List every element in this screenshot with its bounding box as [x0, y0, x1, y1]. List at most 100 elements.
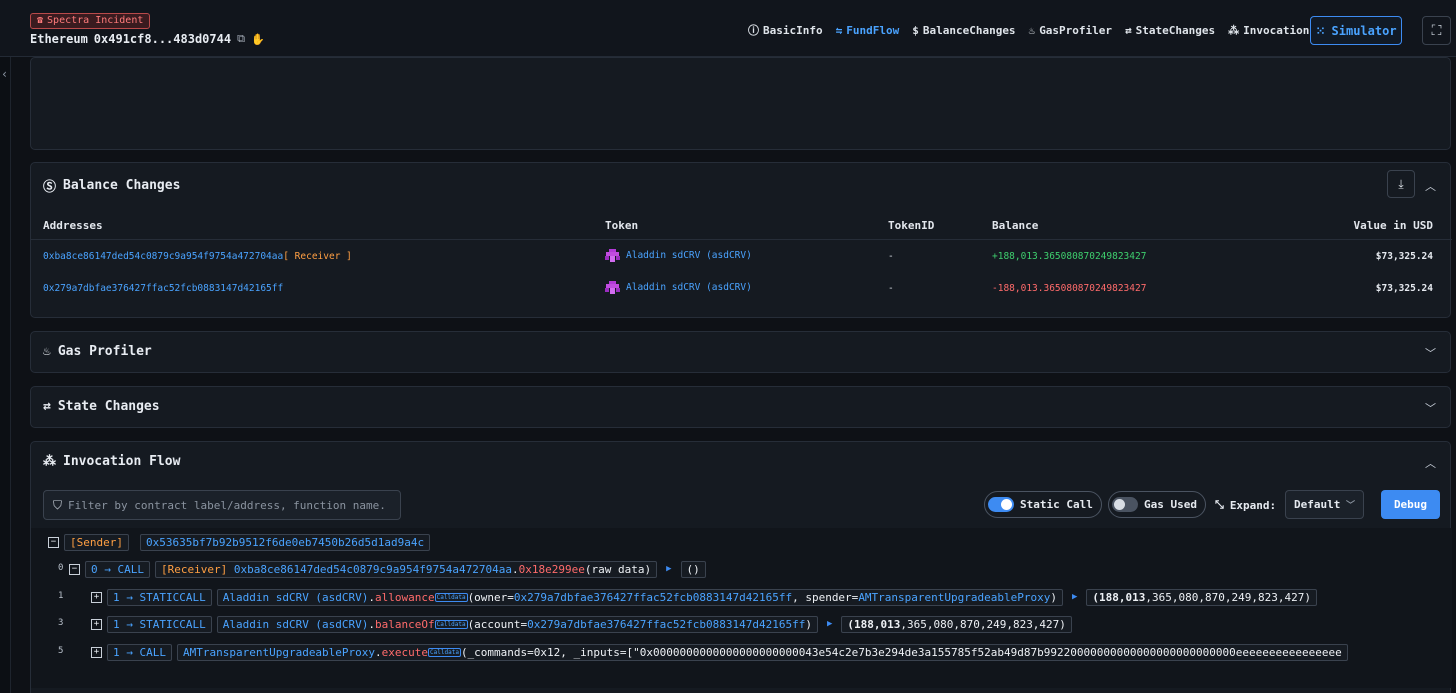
nav-fund-flow[interactable]: ⇋ FundFlow — [836, 22, 900, 38]
dot: . — [375, 645, 382, 659]
expand-icon[interactable]: + — [91, 618, 102, 630]
simulator-button[interactable]: ⁙ Simulator — [1310, 16, 1402, 45]
token-icon — [605, 249, 620, 262]
balance-cell: -188,013.365080870249823427 — [992, 283, 1147, 294]
call-target[interactable]: Aladdin sdCRV (asdCRV).allowance Calldata… — [216, 588, 1063, 606]
usd-cell: $73,325.24 — [1375, 251, 1433, 262]
function-name: balanceOf — [375, 617, 435, 631]
expand-icon[interactable]: + — [91, 591, 102, 603]
caret-right-icon[interactable]: ▶ — [827, 619, 832, 629]
target-name: Aladdin sdCRV (asdCRV) — [222, 617, 369, 631]
nav-gas-profiler[interactable]: ♨ GasProfiler — [1029, 22, 1112, 38]
expand-value: Default — [1294, 498, 1341, 511]
call-result: (188,013,365,080,870,249,823,427) — [1086, 588, 1317, 606]
tx-title: Ethereum 0x491cf8...483d0744 ⧉ ✋ — [30, 32, 265, 46]
chevron-down-icon[interactable]: ﹀ — [1425, 345, 1436, 361]
hand-icon[interactable]: ✋ — [251, 33, 265, 46]
usd-cell: $73,325.24 — [1375, 283, 1433, 294]
divider — [31, 239, 1452, 240]
token-id-cell: - — [888, 283, 894, 294]
target-name: Aladdin sdCRV (asdCRV) — [222, 590, 369, 604]
address-link[interactable]: 0x279a7dbfae376427ffac52fcb0883147d42165… — [43, 283, 283, 294]
expand-select[interactable]: Default ﹀ — [1285, 490, 1364, 519]
calldata-badge[interactable]: Calldata — [434, 620, 468, 629]
nav-label: GasProfiler — [1039, 23, 1113, 37]
nav-basic-info[interactable]: ⓘ BasicInfo — [748, 22, 823, 38]
args-close: ) — [1050, 590, 1057, 604]
line-number: 0 — [58, 563, 64, 573]
token-name: Aladdin sdCRV (asdCRV) — [626, 282, 752, 293]
debug-button[interactable]: Debug — [1381, 490, 1440, 519]
result-bold: (188,013 — [847, 617, 901, 631]
filter-input[interactable] — [68, 498, 389, 512]
state-changes-panel[interactable]: ⇄ State Changes ﹀ — [30, 386, 1451, 428]
collapse-icon[interactable]: − — [69, 563, 80, 575]
result-rest: ,365,080,870,249,823,427) — [1145, 590, 1311, 604]
address-cell: 0x279a7dbfae376427ffac52fcb0883147d42165… — [43, 283, 283, 294]
gas-used-switch[interactable] — [1112, 497, 1138, 512]
incident-badge[interactable]: ☎ Spectra Incident — [30, 13, 151, 29]
collapse-icon[interactable]: − — [48, 536, 59, 548]
chevron-left-icon[interactable]: ‹ — [1, 67, 8, 81]
balance-changes-panel: Ⓢ Balance Changes ⤓ ︿ Addresses Token To… — [30, 162, 1452, 318]
call-type: 0 → CALL — [85, 560, 150, 578]
receiver-tag: [Receiver] — [160, 562, 228, 576]
token-name: Aladdin sdCRV (asdCRV) — [626, 250, 752, 261]
toggle-label: Gas Used — [1144, 498, 1197, 511]
trace-call-row: + 1 → STATICCALL Aladdin sdCRV (asdCRV).… — [91, 587, 1317, 607]
fullscreen-button[interactable]: ⛶ — [1422, 16, 1451, 45]
arg-address: 0x279a7dbfae376427ffac52fcb0883147d42165… — [527, 617, 806, 631]
copy-icon[interactable]: ⧉ — [237, 32, 245, 46]
line-number: 3 — [58, 618, 64, 628]
toggle-label: Static Call — [1020, 498, 1093, 511]
invocation-flow-header[interactable]: ⁂ Invocation Flow — [43, 454, 180, 469]
invocation-trace: − [Sender] 0x53635bf7b92b9512f6de0eb7450… — [31, 528, 1452, 688]
call-target[interactable]: Aladdin sdCRV (asdCRV).balanceOf Calldata… — [216, 615, 818, 633]
calldata-badge[interactable]: Calldata — [428, 648, 461, 657]
filter-icon: ⛉ — [53, 497, 63, 512]
token-cell[interactable]: Aladdin sdCRV (asdCRV) — [605, 249, 752, 262]
receiver-tag: [ Receiver ] — [283, 251, 352, 262]
trace-call-row: + 1 → STATICCALL Aladdin sdCRV (asdCRV).… — [91, 614, 1072, 634]
dot: . — [512, 562, 519, 576]
call-target[interactable]: AMTransparentUpgradeableProxy.execute Cal… — [176, 643, 1348, 661]
expand-icon[interactable]: + — [91, 646, 102, 658]
flame-icon: ♨ — [1028, 23, 1036, 37]
nav-balance-changes[interactable]: $ BalanceChanges — [912, 22, 1015, 38]
col-header: Addresses — [43, 219, 103, 232]
info-icon: ⓘ — [748, 24, 759, 37]
caret-right-icon[interactable]: ▶ — [666, 564, 671, 574]
fullscreen-icon: ⛶ — [1431, 22, 1442, 39]
address-link[interactable]: 0xba8ce86147ded54c0879c9a954f9754a472704… — [43, 251, 283, 262]
fund-flow-panel — [30, 57, 1451, 150]
static-call-switch[interactable] — [988, 497, 1014, 512]
balance-changes-header[interactable]: Ⓢ Balance Changes — [43, 176, 180, 195]
invocation-flow-panel: ⁂ Invocation Flow ︿ ⛉ Static Call Gas Us… — [30, 441, 1452, 693]
tree-icon: ⁂ — [1228, 23, 1240, 37]
section-nav: ⓘ BasicInfo ⇋ FundFlow $ BalanceChanges ♨ Ga… — [748, 22, 1336, 38]
call-target[interactable]: [Receiver] 0xba8ce86147ded54c0879c9a954f… — [154, 560, 658, 578]
chevron-up-icon[interactable]: ︿ — [1425, 178, 1436, 194]
chevron-up-icon[interactable]: ︿ — [1425, 455, 1436, 471]
calldata-badge[interactable]: Calldata — [434, 593, 468, 602]
trace-call-row: + 1 → CALL AMTransparentUpgradeableProxy… — [91, 642, 1348, 662]
token-icon — [605, 281, 620, 294]
call-type: 1 → CALL — [107, 643, 172, 661]
call-result: (188,013,365,080,870,249,823,427) — [841, 615, 1072, 633]
download-button[interactable]: ⤓ — [1387, 170, 1415, 198]
tx-hash: 0x491cf8...483d0744 — [93, 32, 232, 46]
arg-address: 0x279a7dbfae376427ffac52fcb0883147d42165… — [513, 590, 793, 604]
sender-tag: [Sender] — [64, 533, 129, 551]
sender-address[interactable]: 0x53635bf7b92b9512f6de0eb7450b26d5d1ad9a… — [139, 533, 431, 551]
panel-title: State Changes — [57, 399, 160, 414]
static-call-toggle[interactable]: Static Call — [984, 491, 1102, 518]
call-args: (_commands=0x12, _inputs=["0x00000000000… — [460, 645, 1342, 659]
token-cell[interactable]: Aladdin sdCRV (asdCRV) — [605, 281, 752, 294]
args-close: ) — [805, 617, 812, 631]
panel-title: Gas Profiler — [57, 344, 152, 359]
gas-used-toggle[interactable]: Gas Used — [1108, 491, 1206, 518]
caret-right-icon[interactable]: ▶ — [1072, 592, 1077, 602]
gas-profiler-panel[interactable]: ♨ Gas Profiler ﹀ — [30, 331, 1451, 373]
chevron-down-icon[interactable]: ﹀ — [1425, 400, 1436, 416]
nav-state-changes[interactable]: ⇄ StateChanges — [1125, 22, 1215, 38]
